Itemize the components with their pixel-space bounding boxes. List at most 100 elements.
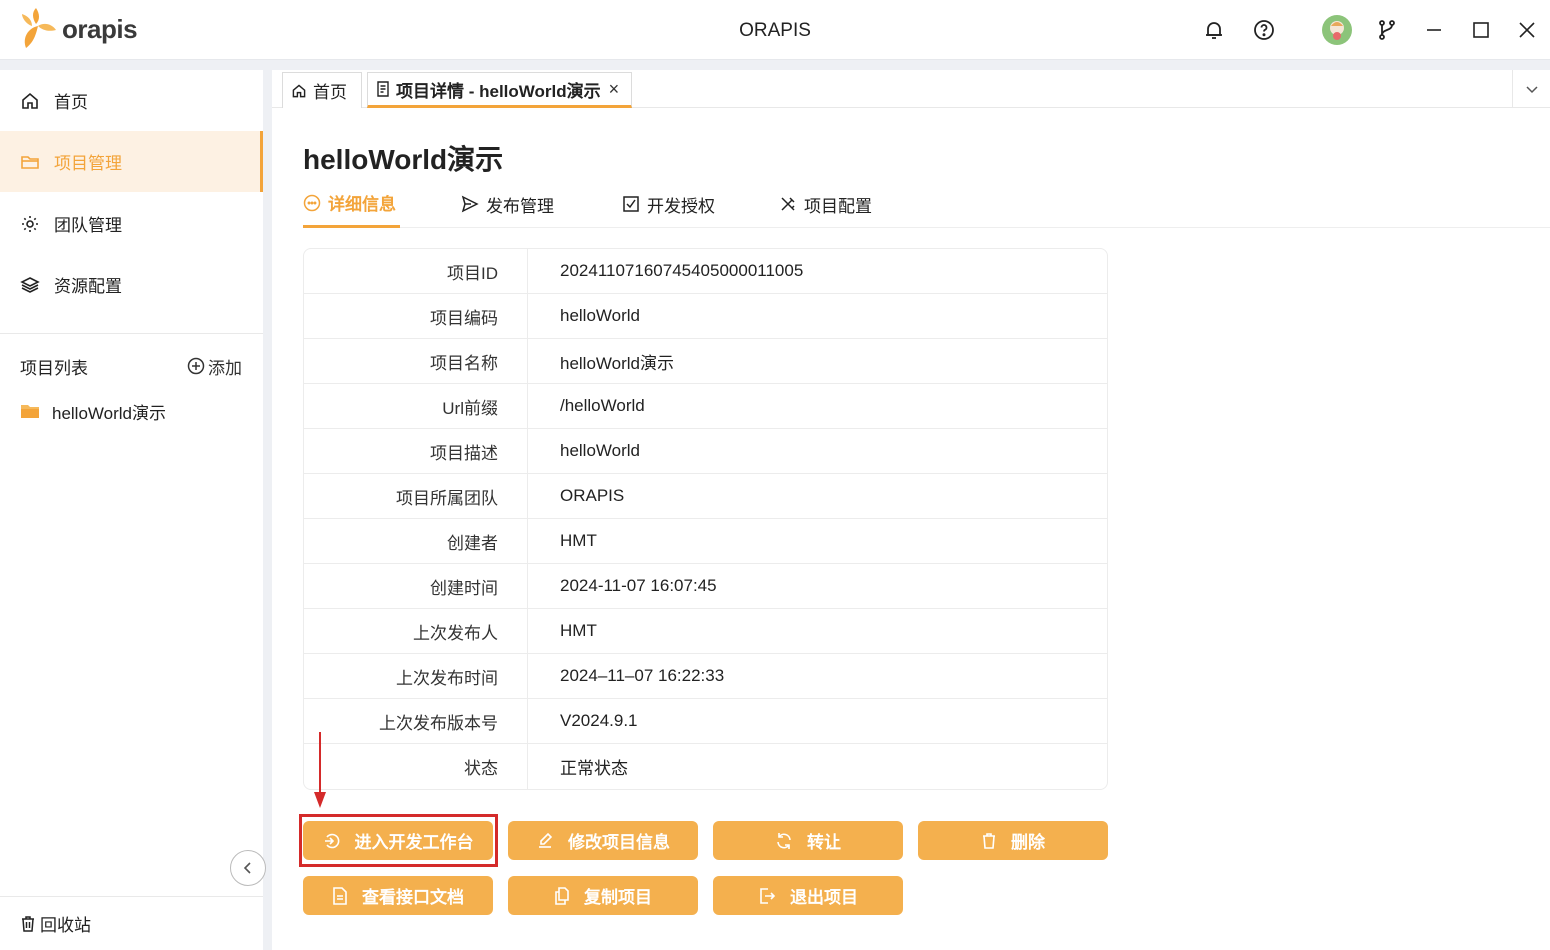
recycle-bin[interactable]: 回收站 xyxy=(0,896,263,950)
delete-button[interactable]: 删除 xyxy=(918,821,1108,860)
detail-label: 创建者 xyxy=(304,519,528,563)
chevron-left-icon xyxy=(243,862,251,874)
checkbox-icon xyxy=(623,196,639,212)
enter-workbench-button[interactable]: 进入开发工作台 xyxy=(303,821,493,860)
document-icon xyxy=(377,81,389,97)
tab-project-config[interactable]: 项目配置 xyxy=(779,180,872,228)
recycle-bin-label: 回收站 xyxy=(40,916,91,935)
detail-value: 正常状态 xyxy=(560,759,628,778)
gear-icon xyxy=(22,215,38,232)
main-content: 首页 项目详情 - helloWorld演示 × helloWorld演示 详细… xyxy=(272,70,1550,950)
detail-value: helloWorld演示 xyxy=(560,353,675,373)
detail-value: /helloWorld xyxy=(560,396,645,415)
tab-list-dropdown[interactable] xyxy=(1512,70,1550,108)
edit-project-button[interactable]: 修改项目信息 xyxy=(508,821,698,860)
sidebar-item-label: 资源配置 xyxy=(54,277,122,296)
project-list-header: 项目列表 添加 xyxy=(20,354,242,378)
logo-icon xyxy=(22,8,56,48)
tab-home[interactable]: 首页 xyxy=(282,72,362,108)
folder-icon xyxy=(21,155,39,169)
trash-icon xyxy=(22,915,34,932)
sidebar-item-team-management[interactable]: 团队管理 xyxy=(0,193,263,254)
maximize-icon[interactable] xyxy=(1467,16,1495,44)
copy-icon xyxy=(555,886,569,905)
page-title: helloWorld演示 xyxy=(303,144,504,175)
detail-row: 上次发布时间 2024–11–07 16:22:33 xyxy=(304,654,1107,699)
edit-icon xyxy=(539,832,553,848)
add-project-label: 添加 xyxy=(208,358,242,378)
subtab-label: 发布管理 xyxy=(486,196,554,216)
view-api-docs-button[interactable]: 查看接口文档 xyxy=(303,876,493,915)
sidebar: 首页 项目管理 团队管理 资源配置 项目列表 添加 helloWorld演示 回… xyxy=(0,70,266,950)
button-label: 进入开发工作台 xyxy=(354,833,474,852)
exit-project-button[interactable]: 退出项目 xyxy=(713,876,903,915)
annotation-arrow xyxy=(312,732,328,815)
detail-row: 上次发布人 HMT xyxy=(304,609,1107,654)
tab-label: 项目详情 - helloWorld演示 xyxy=(396,81,601,101)
tab-details[interactable]: 详细信息 xyxy=(303,180,400,228)
project-list-item-label: helloWorld演示 xyxy=(52,403,167,423)
tab-dev-authorization[interactable]: 开发授权 xyxy=(622,180,715,228)
branch-icon[interactable] xyxy=(1373,16,1401,44)
add-project-button[interactable]: 添加 xyxy=(187,354,242,379)
subtab-label: 项目配置 xyxy=(804,196,872,216)
detail-row: 项目名称 helloWorld演示 xyxy=(304,339,1107,384)
page-tab-bar: 首页 项目详情 - helloWorld演示 × xyxy=(272,70,1550,108)
detail-label: 项目编码 xyxy=(304,294,528,338)
user-avatar[interactable] xyxy=(1320,13,1354,47)
sidebar-item-resource-config[interactable]: 资源配置 xyxy=(0,254,263,315)
detail-value: 20241107160745405000011005 xyxy=(560,261,804,280)
detail-value: helloWorld xyxy=(560,441,641,460)
tab-close-icon[interactable]: × xyxy=(609,79,620,100)
detail-row: 项目描述 helloWorld xyxy=(304,429,1107,474)
trash-icon xyxy=(983,832,995,849)
layers-icon xyxy=(20,276,40,293)
window-title: ORAPIS xyxy=(739,20,811,41)
detail-label: 上次发布时间 xyxy=(304,654,528,698)
sidebar-item-label: 团队管理 xyxy=(54,216,122,235)
tab-label: 首页 xyxy=(313,83,347,102)
transfer-button[interactable]: 转让 xyxy=(713,821,903,860)
detail-label: 项目描述 xyxy=(304,429,528,473)
sidebar-item-home[interactable]: 首页 xyxy=(0,70,263,131)
chevron-down-icon xyxy=(1525,86,1538,94)
sidebar-item-project-management[interactable]: 项目管理 xyxy=(0,131,263,192)
button-label: 查看接口文档 xyxy=(362,888,464,907)
document-icon xyxy=(333,886,347,905)
button-label: 转让 xyxy=(807,833,841,852)
detail-value: 2024–11–07 16:22:33 xyxy=(560,666,725,685)
send-icon xyxy=(461,195,479,213)
button-label: 复制项目 xyxy=(584,888,652,907)
enter-icon xyxy=(324,833,339,848)
notification-bell-icon[interactable] xyxy=(1200,16,1228,44)
sidebar-item-label: 项目管理 xyxy=(54,154,122,173)
chat-bubble-icon xyxy=(303,194,321,211)
plus-circle-icon xyxy=(187,357,205,375)
tab-release-management[interactable]: 发布管理 xyxy=(461,180,554,228)
detail-table: 项目ID 20241107160745405000011005 项目编码 helloW… xyxy=(303,248,1108,790)
detail-value: V2024.9.1 xyxy=(560,711,638,730)
project-list-item[interactable]: helloWorld演示 xyxy=(20,398,166,424)
collapse-sidebar-button[interactable] xyxy=(230,850,266,886)
detail-row: 项目所属团队 ORAPIS xyxy=(304,474,1107,519)
detail-value: HMT xyxy=(560,621,597,640)
detail-value: 2024-11-07 16:07:45 xyxy=(560,576,717,595)
copy-project-button[interactable]: 复制项目 xyxy=(508,876,698,915)
sidebar-divider xyxy=(0,333,263,334)
detail-label: 上次发布版本号 xyxy=(304,699,528,743)
home-icon xyxy=(292,83,306,97)
detail-row: 创建时间 2024-11-07 16:07:45 xyxy=(304,564,1107,609)
folder-icon xyxy=(21,405,39,418)
detail-row: 项目编码 helloWorld xyxy=(304,294,1107,339)
minimize-icon[interactable] xyxy=(1420,16,1448,44)
tab-project-detail[interactable]: 项目详情 - helloWorld演示 × xyxy=(367,72,632,108)
detail-row: 创建者 HMT xyxy=(304,519,1107,564)
app-logo: orapis xyxy=(18,8,138,50)
detail-value: HMT xyxy=(560,531,597,550)
home-icon xyxy=(22,92,38,109)
close-icon[interactable] xyxy=(1513,16,1541,44)
help-icon[interactable] xyxy=(1250,16,1278,44)
detail-label: Url前缀 xyxy=(304,384,528,428)
detail-label: 上次发布人 xyxy=(304,609,528,653)
detail-row: 状态 正常状态 xyxy=(304,744,1107,789)
